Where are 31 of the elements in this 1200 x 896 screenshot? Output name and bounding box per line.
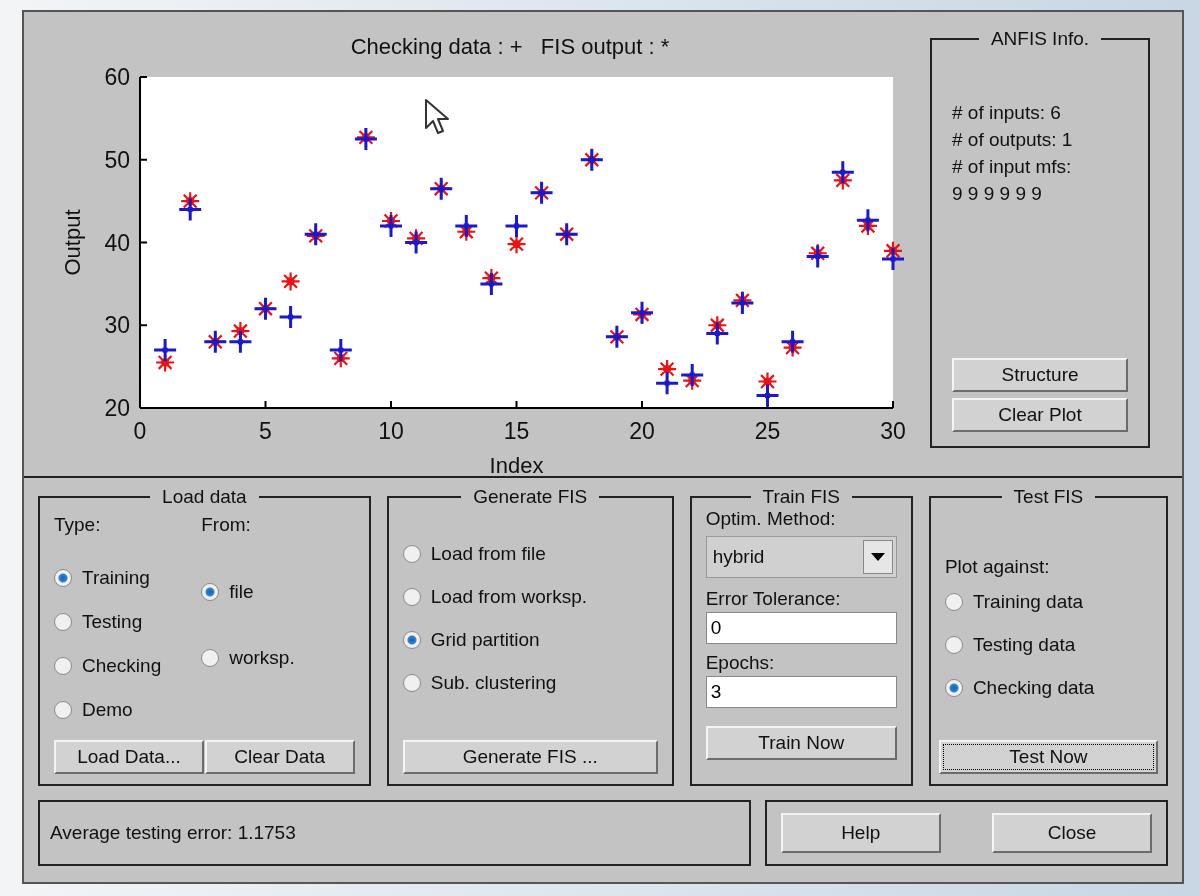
group-title: Train FIS [761,486,841,508]
tick-label: 30 [880,418,906,444]
tick-label: 25 [754,418,781,444]
tick-label: 15 [503,418,530,444]
status-text: Average testing error: 1.1753 [50,822,296,844]
tick-label: 60 [104,64,130,90]
group-title: ANFIS Info. [989,28,1091,50]
group-title: Generate FIS [472,486,589,508]
info-text: # of inputs: 6 [952,102,1062,124]
field-label: Error Tolerance: [705,588,842,610]
tick-label: 30 [104,312,130,339]
tick-label: 20 [104,395,130,421]
field-label: From: [201,514,252,536]
axis-label: Output [60,209,85,276]
axis-label: Index [489,453,544,478]
chart-title: Checking data : + FIS output : * [350,34,670,59]
field-label: Type: [54,514,102,536]
tick-label: 5 [259,418,272,444]
tick-label: 10 [378,418,404,444]
tick-label: 40 [104,229,130,256]
group-title: Test FIS [1012,486,1085,508]
group-title: Load data [161,486,248,508]
tick-label: 50 [104,146,130,173]
field-label: Plot against: [943,556,1051,578]
info-text: # of input mfs: [952,156,1073,178]
info-text: # of outputs: 1 [952,129,1074,151]
field-label: Epochs: [705,652,776,674]
tick-label: 20 [629,418,655,444]
tick-label: 0 [133,418,147,444]
info-text: 9 9 9 9 9 9 [952,183,1043,205]
field-label: Optim. Method: [705,508,837,530]
